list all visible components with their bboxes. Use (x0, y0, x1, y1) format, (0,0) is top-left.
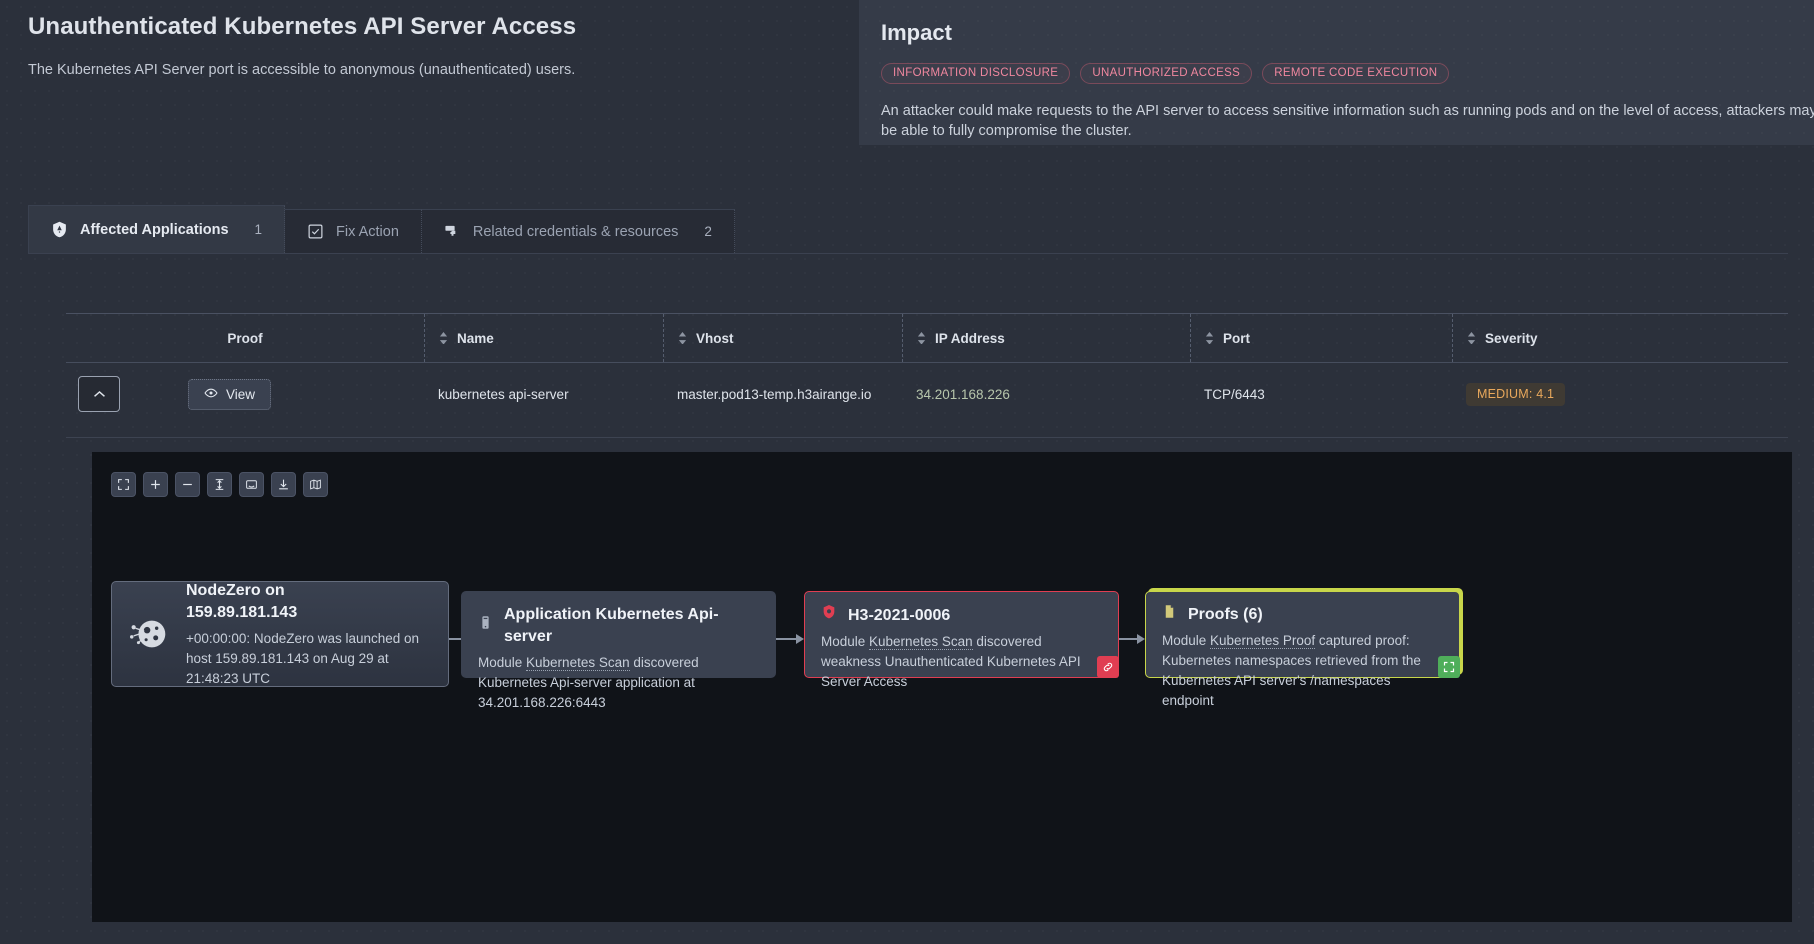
graph-node-weakness-title-text: H3-2021-0006 (848, 606, 951, 624)
graph-node-weakness-title: H3-2021-0006 (821, 604, 1102, 627)
nodezero-logo-icon (126, 611, 172, 657)
graph-node-proofs[interactable]: Proofs (6) Module Kubernetes Proof captu… (1145, 591, 1460, 708)
fit-width-icon[interactable] (239, 472, 264, 497)
graph-node-proofs-title-text: Proofs (6) (1188, 606, 1263, 623)
column-header-vhost[interactable]: Vhost (663, 314, 902, 362)
download-icon[interactable] (271, 472, 296, 497)
column-header-name[interactable]: Name (424, 314, 663, 362)
column-label-proof: Proof (227, 330, 263, 346)
zoom-out-icon[interactable] (175, 472, 200, 497)
graph-node-application[interactable]: Application Kubernetes Api-server Module… (461, 591, 776, 710)
graph-node-weakness[interactable]: H3-2021-0006 Module Kubernetes Scan disc… (804, 591, 1119, 689)
column-header-port[interactable]: Port (1190, 314, 1452, 362)
graph-node-proofs-title: Proofs (6) (1162, 604, 1443, 626)
tab-label-related-credentials-resources: Related credentials & resources (472, 223, 679, 240)
graph-node-nodezero-title-line2: 159.89.181.143 (186, 603, 298, 621)
impact-tag-remote-code-execution: REMOTE CODE EXECUTION (1262, 63, 1450, 84)
tab-fix-action[interactable]: Fix Action (285, 209, 422, 253)
cell-port: TCP/6443 (1204, 386, 1265, 402)
table-row: View kubernetes api-server master.pod13-… (66, 363, 1788, 425)
expand-icon[interactable] (1438, 656, 1460, 678)
column-label-ip-address: IP Address (935, 330, 1005, 346)
graph-node-application-body-prefix: Module (478, 655, 527, 670)
page-header: Unauthenticated Kubernetes API Server Ac… (28, 10, 828, 80)
impact-description: An attacker could make requests to the A… (881, 103, 1814, 139)
graph-node-proofs-body: Module Kubernetes Proof captured proof: … (1162, 631, 1443, 711)
chevron-up-icon[interactable] (78, 376, 120, 412)
view-button-label: View (226, 386, 256, 402)
view-proof-button[interactable]: View (188, 378, 272, 410)
column-header-proof: Proof (66, 314, 424, 362)
column-label-vhost: Vhost (696, 330, 734, 346)
table-bottom-divider (66, 437, 1788, 438)
link-icon[interactable] (1097, 656, 1119, 678)
graph-node-nodezero-title-line1: NodeZero on (186, 581, 285, 599)
page-subtitle: The Kubernetes API Server port is access… (28, 62, 576, 78)
sort-icon (917, 331, 926, 345)
affected-applications-table: Proof Name Vhost IP Address Port Severit… (66, 313, 1788, 425)
tab-bar-divider (28, 253, 1788, 254)
impact-panel: Impact INFORMATION DISCLOSURE UNAUTHORIZ… (859, 0, 1814, 145)
tab-label-affected-applications: Affected Applications (80, 221, 229, 238)
shield-warning-icon (51, 221, 68, 238)
column-label-port: Port (1223, 330, 1250, 346)
server-icon (478, 615, 493, 637)
key-icon (444, 223, 461, 240)
checkbox-icon (307, 223, 324, 240)
cell-name: kubernetes api-server (438, 386, 569, 402)
fit-screen-icon[interactable] (111, 472, 136, 497)
tab-label-fix-action: Fix Action (336, 223, 399, 240)
zoom-in-icon[interactable] (143, 472, 168, 497)
column-header-ip-address[interactable]: IP Address (902, 314, 1190, 362)
sort-icon (439, 331, 448, 345)
shield-bug-icon (821, 604, 837, 627)
graph-node-weakness-module-link[interactable]: Kubernetes Scan (869, 634, 973, 650)
sort-icon (1205, 331, 1214, 345)
graph-node-nodezero[interactable]: NodeZero on 159.89.181.143 +00:00:00: No… (111, 581, 449, 687)
impact-tag-unauthorized-access: UNAUTHORIZED ACCESS (1080, 63, 1253, 84)
graph-node-proofs-module-link[interactable]: Kubernetes Proof (1210, 633, 1316, 649)
graph-node-application-body: Module Kubernetes Scan discovered Kubern… (478, 653, 759, 713)
document-icon (1162, 604, 1177, 626)
cell-ip-address: 34.201.168.226 (916, 386, 1010, 402)
column-header-severity[interactable]: Severity (1452, 314, 1788, 362)
graph-node-application-module-link[interactable]: Kubernetes Scan (526, 655, 630, 671)
graph-node-weakness-body-prefix: Module (821, 634, 870, 649)
eye-icon (204, 386, 218, 403)
graph-node-nodezero-title: NodeZero on 159.89.181.143 (186, 580, 434, 624)
table-header-row: Proof Name Vhost IP Address Port Severit… (66, 314, 1788, 362)
tab-related-credentials-resources[interactable]: Related credentials & resources 2 (421, 209, 735, 253)
graph-node-application-title: Application Kubernetes Api-server (478, 604, 759, 648)
tab-affected-applications[interactable]: Affected Applications 1 (28, 205, 286, 253)
cell-proof: View (66, 376, 424, 412)
page-title: Unauthenticated Kubernetes API Server Ac… (28, 13, 577, 40)
graph-node-application-title-text: Application Kubernetes Api-server (504, 606, 719, 645)
column-label-severity: Severity (1485, 330, 1538, 346)
sort-icon (678, 331, 687, 345)
sort-icon (1467, 331, 1476, 345)
column-label-name: Name (457, 330, 494, 346)
impact-title: Impact (881, 20, 952, 45)
tab-count-affected-applications: 1 (254, 222, 263, 237)
impact-tag-list: INFORMATION DISCLOSURE UNAUTHORIZED ACCE… (881, 63, 1795, 84)
tab-bar: Affected Applications 1 Fix Action Relat… (28, 205, 735, 253)
graph-node-weakness-body: Module Kubernetes Scan discovered weakne… (821, 632, 1102, 692)
attack-path-graph[interactable]: NodeZero on 159.89.181.143 +00:00:00: No… (92, 452, 1792, 922)
graph-edge-arrow (776, 634, 804, 644)
impact-tag-information-disclosure: INFORMATION DISCLOSURE (881, 63, 1071, 84)
graph-node-nodezero-body: +00:00:00: NodeZero was launched on host… (186, 630, 420, 686)
fit-height-icon[interactable] (207, 472, 232, 497)
graph-toolbar (111, 472, 328, 497)
cell-vhost: master.pod13-temp.h3airange.io (677, 386, 872, 402)
graph-node-proofs-body-prefix: Module (1162, 633, 1211, 648)
graph-edge-arrow (1119, 634, 1145, 644)
tab-count-related-credentials-resources: 2 (704, 224, 712, 239)
minimap-icon[interactable] (303, 472, 328, 497)
status-badge: MEDIUM: 4.1 (1466, 382, 1566, 406)
cell-severity: MEDIUM: 4.1 (1452, 382, 1788, 406)
